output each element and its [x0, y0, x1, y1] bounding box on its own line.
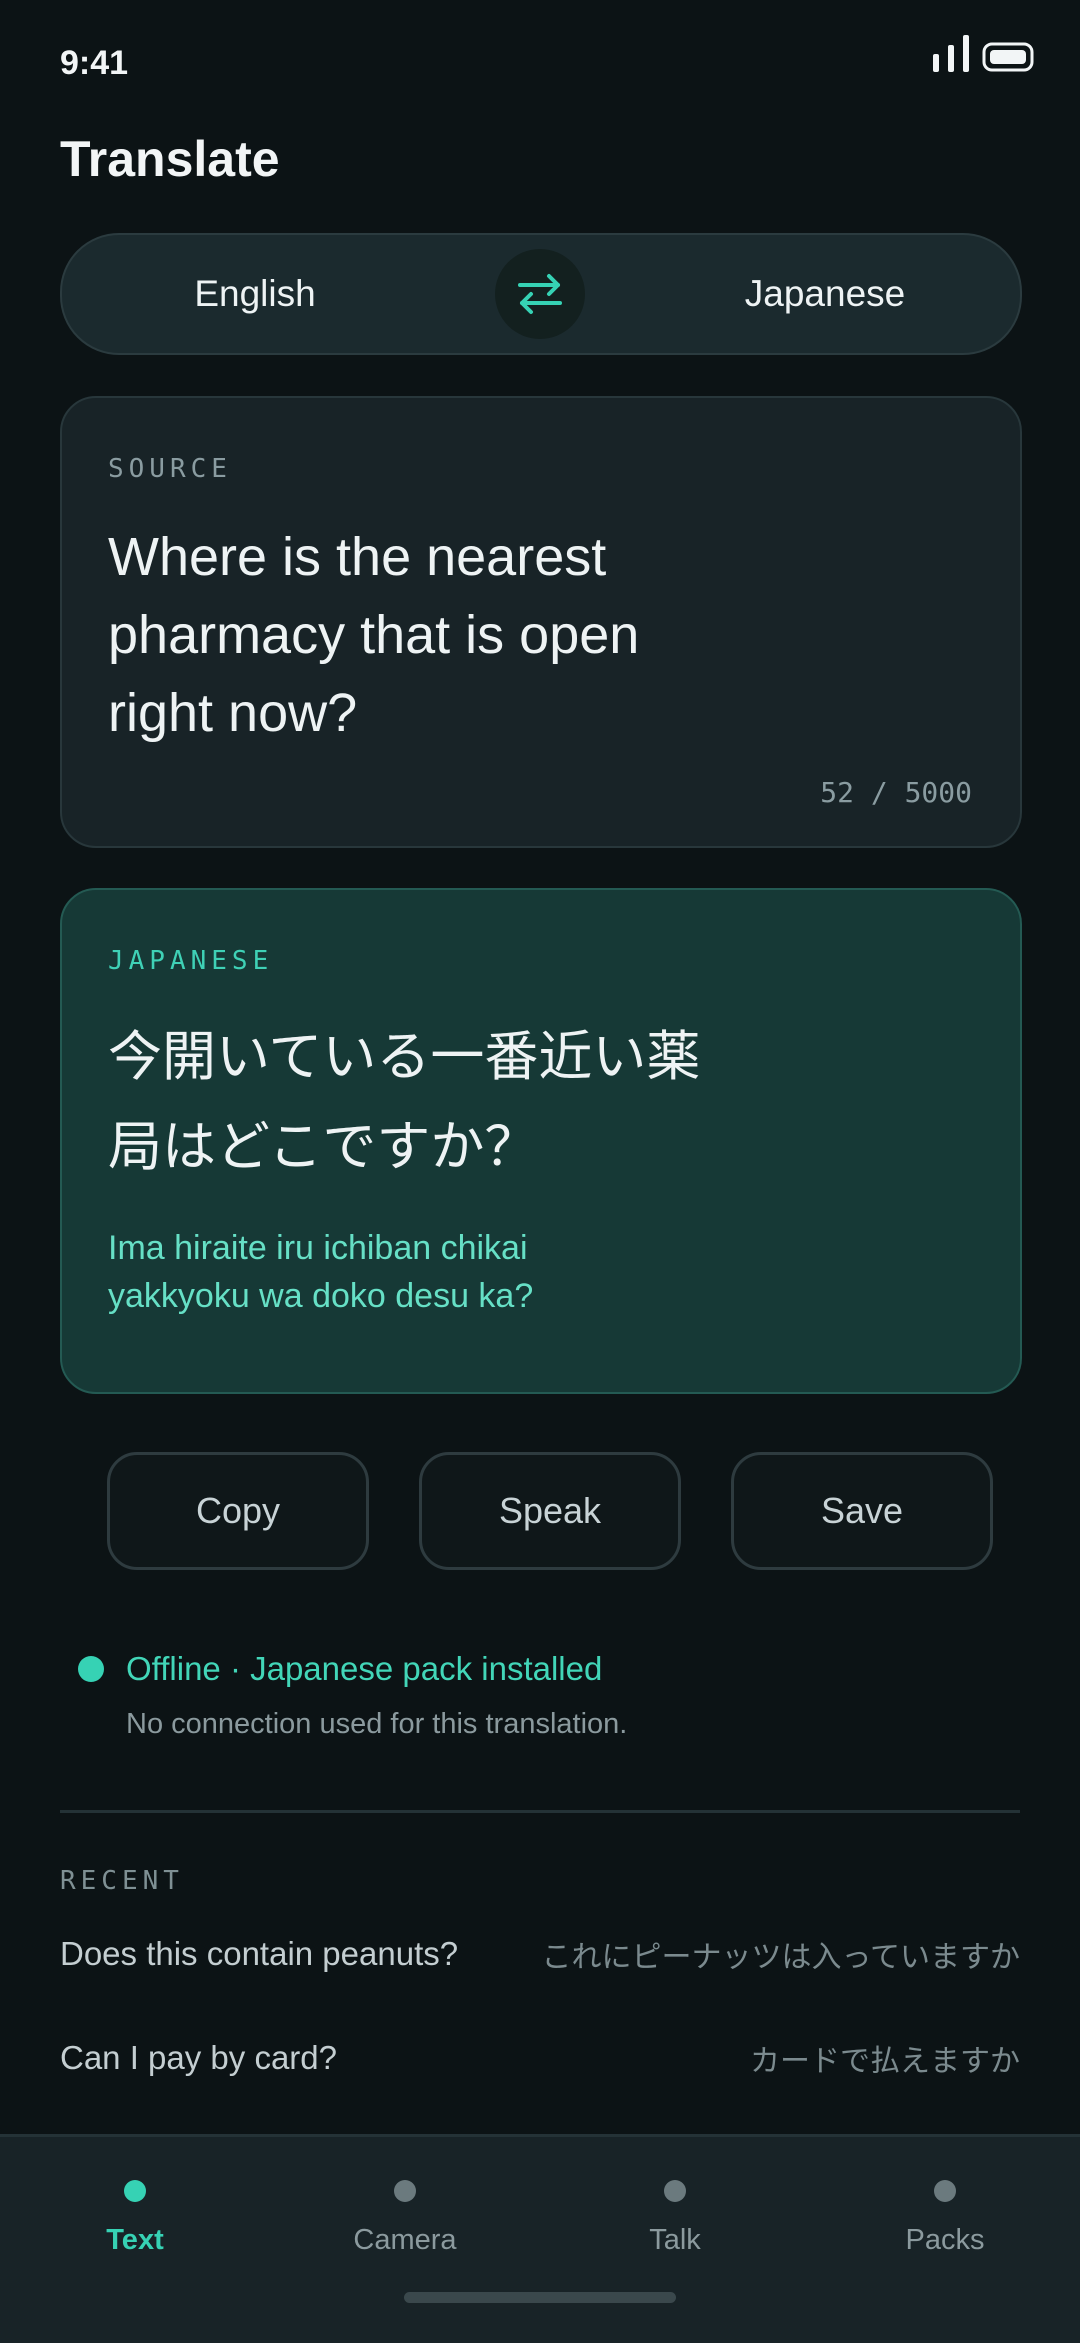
nav-tab-label: Camera [353, 2224, 457, 2256]
nav-tab-text[interactable]: Text [35, 2180, 235, 2290]
source-label: SOURCE [108, 454, 232, 484]
recent-item-target: これにピーナッツは入っていますか [541, 1940, 1021, 1975]
nav-tab-packs[interactable]: Packs [845, 2180, 1045, 2290]
romanization-text: Ima hiraite iru ichiban chikai yakkyoku … [108, 1229, 534, 1315]
home-indicator[interactable] [404, 2292, 676, 2303]
translation-label: JAPANESE [108, 946, 274, 976]
recent-label: RECENT [60, 1866, 184, 1896]
nav-tab-talk[interactable]: Talk [575, 2180, 775, 2290]
recent-item[interactable]: Does this contain peanuts? これにピーナッツは入ってい… [60, 1926, 1020, 1982]
nav-text-icon [124, 2180, 146, 2202]
save-button[interactable]: Save [731, 1452, 993, 1570]
divider [60, 1810, 1020, 1813]
recent-item-source: Can I pay by card? [60, 2039, 337, 2076]
copy-button[interactable]: Copy [107, 1452, 369, 1570]
offline-status-title: Offline · Japanese pack installed [126, 1650, 603, 1687]
swap-languages-button[interactable] [495, 249, 585, 339]
offline-status-subtitle: No connection used for this translation. [126, 1708, 628, 1740]
nav-tab-label: Packs [905, 2224, 985, 2256]
nav-tab-label: Talk [649, 2224, 701, 2256]
source-text-input[interactable]: Where is the nearest pharmacy that is op… [108, 518, 728, 752]
nav-tab-label: Text [106, 2224, 164, 2256]
nav-camera-icon [394, 2180, 416, 2202]
character-count: 52 / 5000 [820, 776, 972, 809]
swap-arrows-icon [518, 274, 562, 314]
recent-item-source: Does this contain peanuts? [60, 1935, 459, 1972]
recent-item-target: カードで払えますか [750, 2044, 1020, 2079]
offline-status-dot [78, 1656, 104, 1682]
speak-button[interactable]: Speak [419, 1452, 681, 1570]
translation-text: 今開いている一番近い薬局はどこですか？ [108, 1025, 701, 1178]
target-language-button[interactable]: Japanese [630, 233, 1020, 355]
page-title: Translate [60, 131, 280, 187]
recent-item[interactable]: Can I pay by card? カードで払えますか [60, 2030, 1020, 2086]
nav-talk-icon [664, 2180, 686, 2202]
signal-bars-icon [933, 35, 969, 72]
status-time: 9:41 [60, 44, 129, 82]
source-language-button[interactable]: English [60, 233, 450, 355]
battery-icon [982, 42, 1034, 72]
nav-packs-icon [934, 2180, 956, 2202]
nav-tab-camera[interactable]: Camera [305, 2180, 505, 2290]
